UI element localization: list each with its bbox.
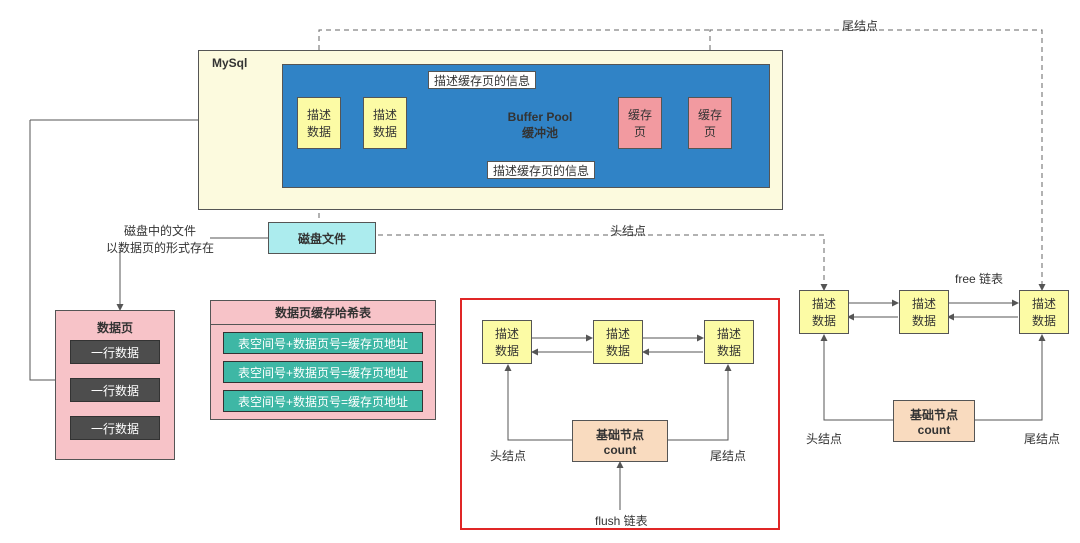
flush-desc-1: 描述 数据 xyxy=(482,320,532,364)
free-base-node-l1: 基础节点 xyxy=(910,406,958,423)
cache-page-1: 缓存 页 xyxy=(618,97,662,149)
data-row-3: 一行数据 xyxy=(70,416,160,440)
flush-desc-3: 描述 数据 xyxy=(704,320,754,364)
cache-page-2: 缓存 页 xyxy=(688,97,732,149)
free-desc-3: 描述 数据 xyxy=(1019,290,1069,334)
disk-note-line1: 磁盘中的文件 xyxy=(124,222,196,239)
buffer-pool-title-cn: 缓冲池 xyxy=(522,124,558,141)
flush-tail-label: 尾结点 xyxy=(710,447,746,464)
flush-list-label: flush 链表 xyxy=(595,512,648,529)
hash-entry-3: 表空间号+数据页号=缓存页地址 xyxy=(223,390,423,412)
hash-entry-2: 表空间号+数据页号=缓存页地址 xyxy=(223,361,423,383)
flush-base-node-l1: 基础节点 xyxy=(596,426,644,443)
desc-data-1: 描述 数据 xyxy=(297,97,341,149)
desc-info-top: 描述缓存页的信息 xyxy=(428,71,536,89)
data-page-title: 数据页 xyxy=(97,319,133,336)
data-row-1: 一行数据 xyxy=(70,340,160,364)
buffer-pool-title: Buffer Pool 缓冲池 xyxy=(460,105,620,145)
mysql-title: MySql xyxy=(212,56,247,70)
hash-entry-1: 表空间号+数据页号=缓存页地址 xyxy=(223,332,423,354)
tail-node-label: 尾结点 xyxy=(842,17,878,34)
free-tail-label: 尾结点 xyxy=(1024,430,1060,447)
disk-note-line2: 以数据页的形式存在 xyxy=(106,239,214,256)
flush-desc-2: 描述 数据 xyxy=(593,320,643,364)
head-node-label: 头结点 xyxy=(610,222,646,239)
free-head-label: 头结点 xyxy=(806,430,842,447)
free-base-node: 基础节点 count xyxy=(893,400,975,442)
desc-data-2: 描述 数据 xyxy=(363,97,407,149)
free-desc-1: 描述 数据 xyxy=(799,290,849,334)
flush-base-node-l2: count xyxy=(604,443,637,457)
disk-note: 磁盘中的文件 以数据页的形式存在 xyxy=(100,222,220,256)
free-base-node-l2: count xyxy=(918,423,951,437)
flush-base-node: 基础节点 count xyxy=(572,420,668,462)
hash-table-title: 数据页缓存哈希表 xyxy=(210,300,436,325)
flush-head-label: 头结点 xyxy=(490,447,526,464)
desc-info-bottom: 描述缓存页的信息 xyxy=(487,161,595,179)
buffer-pool-title-en: Buffer Pool xyxy=(508,110,573,124)
free-desc-2: 描述 数据 xyxy=(899,290,949,334)
disk-file-box: 磁盘文件 xyxy=(268,222,376,254)
data-row-2: 一行数据 xyxy=(70,378,160,402)
free-list-label: free 链表 xyxy=(955,270,1003,287)
hash-table-body: 表空间号+数据页号=缓存页地址 表空间号+数据页号=缓存页地址 表空间号+数据页… xyxy=(210,325,436,420)
